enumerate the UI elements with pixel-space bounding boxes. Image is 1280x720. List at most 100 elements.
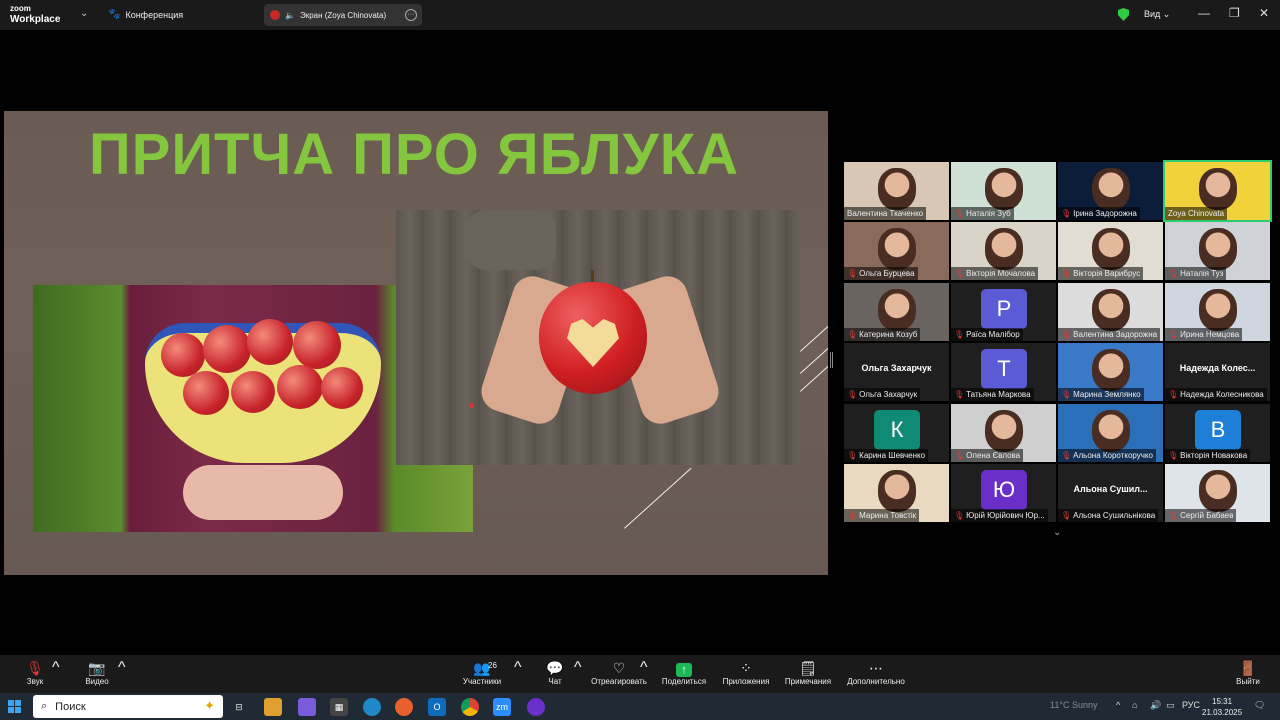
- more-button[interactable]: ⋯ Дополнительно: [844, 659, 908, 687]
- participant-tile[interactable]: 🎙 Ирина Немцова: [1165, 283, 1270, 341]
- react-caret-icon[interactable]: ^: [640, 659, 648, 677]
- gallery-scroll-down-icon[interactable]: ⌄: [1053, 527, 1061, 538]
- participant-tile[interactable]: Альона Сушил... 🎙 Альона Сушильнікова: [1058, 464, 1163, 522]
- participant-display-name: Надежда Колес...: [1179, 363, 1256, 373]
- taskbar-search-box[interactable]: ⌕ Поиск ✦: [33, 695, 223, 718]
- restore-icon[interactable]: ❐: [1229, 6, 1240, 20]
- participant-video-face: [985, 168, 1023, 210]
- more-options-icon[interactable]: ···: [405, 9, 417, 21]
- participant-nameplate: 🎙 Татьяна Маркова: [951, 388, 1034, 401]
- participants-caret-icon[interactable]: ^: [514, 659, 522, 677]
- task-view-icon[interactable]: ⊟: [230, 698, 248, 716]
- chevron-down-icon[interactable]: ⌄: [80, 8, 88, 19]
- view-button[interactable]: Вид ⌄: [1144, 9, 1170, 20]
- participant-nameplate: 🎙 Валентина Задорожна: [1058, 328, 1161, 341]
- notifications-icon[interactable]: 🗨: [1254, 700, 1265, 711]
- leave-button[interactable]: 🚪 Выйти: [1234, 659, 1262, 687]
- participant-name: Ольга Захарчук: [859, 390, 918, 399]
- apple-shape: [161, 333, 205, 377]
- screen-share-pill[interactable]: 🔈 Экран (Zoya Chinovata) ···: [264, 4, 422, 26]
- share-button[interactable]: ↑ Поделиться: [660, 659, 708, 687]
- participant-avatar: К: [874, 410, 920, 450]
- participant-tile[interactable]: К 🎙 Карина Шевченко: [844, 404, 949, 462]
- arm-shape: [466, 210, 556, 270]
- chat-button[interactable]: 💬 Чат: [544, 659, 566, 687]
- windows-start-icon[interactable]: [8, 700, 21, 713]
- mic-muted-icon: 🎙: [1168, 330, 1179, 339]
- participant-tile[interactable]: В 🎙 Вікторія Новакова: [1165, 404, 1270, 462]
- panel-splitter-handle[interactable]: [830, 352, 833, 368]
- participants-button[interactable]: 👥 26 Участники: [458, 659, 506, 687]
- participant-avatar: Р: [981, 289, 1027, 329]
- participant-nameplate: 🎙 Катерина Козуб: [844, 328, 921, 341]
- video-button[interactable]: 📷 Видео: [82, 659, 112, 687]
- participant-tile[interactable]: 🎙 Валентина Задорожна: [1058, 283, 1163, 341]
- mic-muted-icon: 🎙: [1061, 269, 1072, 278]
- close-icon[interactable]: ✕: [1259, 6, 1269, 20]
- participant-tile[interactable]: 🎙 Марина Товстік: [844, 464, 949, 522]
- tray-overflow-icon[interactable]: ^: [1116, 700, 1120, 710]
- participant-tile[interactable]: 🎙 Ольга Бурцева: [844, 222, 949, 280]
- mic-muted-icon: 🎙: [1061, 209, 1072, 218]
- minimize-icon[interactable]: —: [1198, 6, 1210, 20]
- copilot-sparkle-icon: ✦: [204, 698, 215, 713]
- video-options-caret-icon[interactable]: ^: [118, 659, 126, 677]
- participant-name: Вікторія Варибрус: [1073, 269, 1141, 278]
- notes-button[interactable]: 🗒 Примечания: [782, 659, 834, 687]
- language-indicator[interactable]: РУС: [1182, 700, 1200, 710]
- network-icon[interactable]: ⌂: [1132, 700, 1137, 710]
- encryption-shield-icon[interactable]: [1118, 8, 1129, 21]
- participant-tile[interactable]: 🎙 Марина Землянко: [1058, 343, 1163, 401]
- mic-muted-icon: 🎙: [954, 209, 965, 218]
- participant-avatar: Ю: [981, 470, 1027, 510]
- participant-tile[interactable]: 🎙 Олена Євлова: [951, 404, 1056, 462]
- participant-tile[interactable]: Р 🎙 Раїса Малібор: [951, 283, 1056, 341]
- edge-browser-icon[interactable]: [363, 698, 381, 716]
- participant-tile[interactable]: Ольга Захарчук 🎙 Ольга Захарчук: [844, 343, 949, 401]
- participant-tile[interactable]: Надежда Колес... 🎙 Надежда Колесникова: [1165, 343, 1270, 401]
- weather-text[interactable]: 11°C Sunny: [1050, 700, 1097, 710]
- participant-nameplate: Валентина Ткаченко: [844, 207, 927, 220]
- zoom-app-icon[interactable]: zm: [493, 698, 511, 716]
- leave-label: Выйти: [1236, 677, 1260, 686]
- apps-button[interactable]: ⁘ Приложения: [720, 659, 772, 687]
- zoom-title-bar: zoom Workplace ⌄ 🐾 Конференция 🔈 Экран (…: [0, 0, 1280, 30]
- participant-tile[interactable]: 🎙 Наталія Туз: [1165, 222, 1270, 280]
- audio-options-caret-icon[interactable]: ^: [52, 659, 60, 677]
- battery-icon[interactable]: ▭: [1166, 700, 1175, 711]
- participant-tile[interactable]: Ю 🎙 Юрій Юрійович Юр...: [951, 464, 1056, 522]
- apple-shape: [231, 371, 275, 413]
- mic-muted-icon: 🎙: [1061, 451, 1072, 460]
- participant-tile[interactable]: Zoya Chinovata: [1163, 160, 1272, 222]
- chat-caret-icon[interactable]: ^: [574, 659, 582, 677]
- audio-button[interactable]: 🎙 Звук: [22, 659, 48, 687]
- windows-taskbar: ⌕ Поиск ✦ ⊟ ▦ O zm 11°C Sunny ^ ⌂ 🔊 ▭ РУ…: [0, 693, 1280, 720]
- hands-shape: [183, 465, 343, 520]
- participant-tile[interactable]: 🎙 Катерина Козуб: [844, 283, 949, 341]
- participant-tile[interactable]: 🎙 Вікторія Мочалова: [951, 222, 1056, 280]
- participant-video-face: [1199, 228, 1237, 270]
- participant-avatar: В: [1195, 410, 1241, 450]
- participant-tile[interactable]: Валентина Ткаченко: [844, 162, 949, 220]
- participant-name: Альона Сушильнікова: [1073, 511, 1156, 520]
- participant-name: Марина Землянко: [1073, 390, 1141, 399]
- participant-tile[interactable]: 🎙 Ірина Задорожна: [1058, 162, 1163, 220]
- outlook-icon[interactable]: O: [428, 698, 446, 716]
- file-explorer-icon[interactable]: [264, 698, 282, 716]
- meeting-info-button[interactable]: 🐾 Конференция: [108, 9, 183, 20]
- participant-tile[interactable]: 🎙 Наталія Зуб: [951, 162, 1056, 220]
- messenger-icon[interactable]: [527, 698, 545, 716]
- participant-tile[interactable]: Т 🎙 Татьяна Маркова: [951, 343, 1056, 401]
- chrome-icon[interactable]: [461, 698, 479, 716]
- participant-tile[interactable]: 🎙 Альона Короткоручко: [1058, 404, 1163, 462]
- firefox-icon[interactable]: [395, 698, 413, 716]
- store-icon[interactable]: ▦: [330, 698, 348, 716]
- zoom-logo[interactable]: zoom Workplace: [10, 3, 60, 25]
- participant-nameplate: 🎙 Надежда Колесникова: [1165, 388, 1267, 401]
- participant-tile[interactable]: 🎙 Сергій Бабаев: [1165, 464, 1270, 522]
- participant-tile[interactable]: 🎙 Вікторія Варибрус: [1058, 222, 1163, 280]
- taskbar-clock[interactable]: 15:31 21.03.2025: [1202, 696, 1242, 718]
- copilot-app-icon[interactable]: [298, 698, 316, 716]
- volume-icon[interactable]: 🔊: [1150, 700, 1161, 711]
- participant-name: Марина Товстік: [859, 511, 917, 520]
